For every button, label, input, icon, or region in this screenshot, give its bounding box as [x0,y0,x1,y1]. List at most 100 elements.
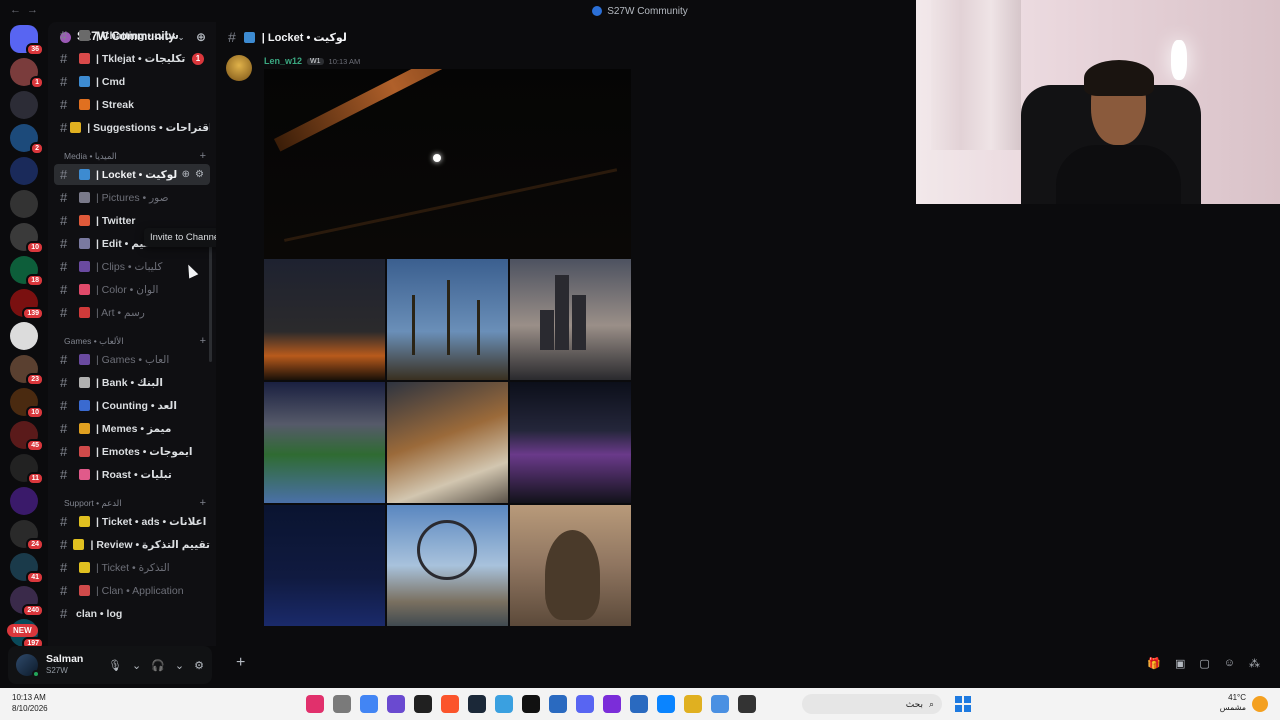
category-header[interactable]: Media • الميديا + [64,149,210,163]
server-icon-server-10[interactable]: 23 [10,355,44,386]
taskbar-app-icon[interactable] [495,695,513,713]
channel-item[interactable]: # | Emotes • ايموجات [54,441,210,462]
server-icon-server-9[interactable] [10,322,38,350]
chevron-down-icon[interactable]: ⌄ [132,659,141,672]
message-composer[interactable]: + 🎁 ▣ ▢ ☺ ⁂ [224,646,1272,680]
channel-item[interactable]: # | Tklejat • تكليجات 1 [54,48,210,69]
photo-tile[interactable] [387,505,508,626]
mention-badge: 240 [22,604,44,617]
channel-item[interactable]: # | Clan • Application [54,580,210,601]
server-icon-server-5[interactable] [10,190,38,218]
category-header[interactable]: Games • الألعاب + [64,334,210,348]
chevron-down-icon[interactable]: ⌄ [175,659,184,672]
channel-item[interactable]: # | Ticket • التذكرة [54,557,210,578]
server-icon-discord-home[interactable]: 36 [10,25,44,56]
server-icon-server-8[interactable]: 139 [10,289,44,320]
gear-icon[interactable]: ⚙ [195,169,204,180]
taskbar-app-icon[interactable] [468,695,486,713]
start-button[interactable] [955,696,971,712]
server-icon-server-11[interactable]: 10 [10,388,44,419]
channel-item[interactable]: # | Color • الوان [54,279,210,300]
headphones-icon[interactable]: 🎧 [151,659,165,672]
plus-icon[interactable]: + [236,654,245,672]
taskbar-app-icon[interactable] [306,695,324,713]
weather-widget[interactable]: 41°C مشمس [1206,693,1246,713]
photo-beam [274,69,513,152]
channel-item[interactable]: # | Games • العاب [54,349,210,370]
emoji-icon[interactable]: ☺ [1224,657,1235,670]
taskbar-clock[interactable]: 10:13 AM 8/10/2026 [12,692,48,714]
server-icon-server-4[interactable] [10,157,38,185]
category-header[interactable]: Support • الدعم + [64,496,210,510]
server-icon-server-16[interactable]: 41 [10,553,44,584]
photo-attachment[interactable] [264,69,631,259]
plus-icon[interactable]: + [200,497,206,509]
invite-icon[interactable]: ⊕ [182,169,190,180]
taskbar-app-icon[interactable] [522,695,540,713]
photo-tile[interactable] [264,259,385,380]
server-icon-server-12[interactable]: 45 [10,421,44,452]
server-icon-server-15[interactable]: 24 [10,520,44,551]
taskbar-app-icon[interactable] [387,695,405,713]
taskbar-app-icon[interactable] [549,695,567,713]
photo-detail [417,520,477,580]
microphone-icon[interactable]: 🎙 [108,659,122,672]
scrollbar[interactable] [209,232,212,362]
channel-item[interactable]: # | Counting • العد [54,395,210,416]
user-info[interactable]: Salman S27W [46,654,83,676]
taskbar-app-icon[interactable] [333,695,351,713]
plus-icon[interactable]: + [200,335,206,347]
gear-icon[interactable]: ⚙ [194,659,204,672]
channel-item[interactable]: # | Streak [54,94,210,115]
taskbar-app-icon[interactable] [711,695,729,713]
taskbar-app-icon[interactable] [576,695,594,713]
channel-item[interactable]: # | Cmd [54,71,210,92]
channel-item[interactable]: # | Suggestions • اقتراحات [54,117,210,138]
channel-item[interactable]: # | Ticket • ads • اعلانات [54,511,210,532]
nav-arrows[interactable]: ←→ [10,4,44,16]
taskbar-app-icon[interactable] [441,695,459,713]
taskbar-app-icon[interactable] [414,695,432,713]
channel-item[interactable]: # | Locket • لوكيت ⊕ ⚙ [54,164,210,185]
server-icon-server-3[interactable]: 2 [10,124,44,155]
taskbar-app-icon[interactable] [738,695,756,713]
channel-item[interactable]: # | Bank • البنك [54,372,210,393]
server-icon-server-17[interactable]: 240 [10,586,44,617]
taskbar-app-icon[interactable] [657,695,675,713]
channel-item[interactable]: # | Chatting • شات [54,25,210,46]
channel-item[interactable]: # | Roast • تبليات [54,464,210,485]
taskbar-app-icon[interactable] [360,695,378,713]
plus-icon[interactable]: + [200,150,206,162]
author-avatar[interactable] [226,55,252,81]
server-icon-server-6[interactable]: 10 [10,223,44,254]
photo-tile[interactable] [510,259,631,380]
channel-item[interactable]: # clan • log [54,603,210,624]
gif-icon[interactable]: ▣ [1175,657,1185,670]
taskbar-app-icon[interactable] [630,695,648,713]
server-icon-server-13[interactable]: 11 [10,454,44,485]
photo-tile[interactable] [510,382,631,503]
photo-tile[interactable] [387,382,508,503]
photo-tile[interactable] [264,505,385,626]
channel-item[interactable]: # | Pictures • صور [54,187,210,208]
taskbar-app-icon[interactable] [603,695,621,713]
apps-icon[interactable]: ⁂ [1249,657,1260,670]
author-name[interactable]: Len_w12 [264,56,302,66]
server-icon-server-14[interactable] [10,487,38,515]
taskbar-app-icon[interactable] [684,695,702,713]
channel-item[interactable]: # | Art • رسم [54,302,210,323]
taskbar-search[interactable]: بحث ⌕ [802,694,942,714]
photo-tile[interactable] [387,259,508,380]
avatar[interactable] [16,654,40,678]
sticker-icon[interactable]: ▢ [1199,657,1209,670]
hash-icon: # [60,120,68,135]
webcam-hair [1084,60,1154,96]
channel-item[interactable]: # | Memes • ميمز [54,418,210,439]
server-icon-server-7[interactable]: 18 [10,256,44,287]
server-icon-server-2[interactable] [10,91,38,119]
channel-item[interactable]: # | Review • تقييم التذكرة [54,534,210,555]
photo-tile[interactable] [264,382,385,503]
photo-tile[interactable] [510,505,631,626]
server-icon-server-1[interactable]: 1 [10,58,44,89]
gift-icon[interactable]: 🎁 [1147,657,1161,670]
